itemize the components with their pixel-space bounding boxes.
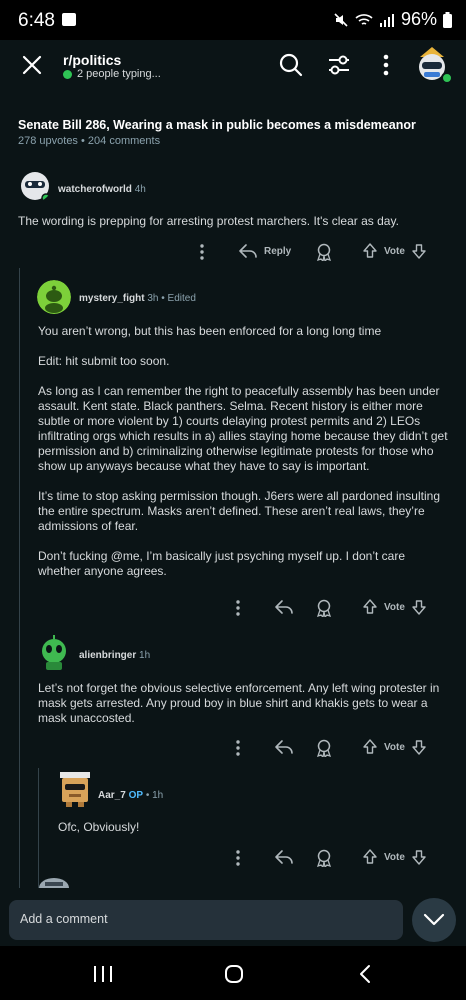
comment-time: 1h bbox=[139, 650, 151, 661]
comment: Aar_7 OP • 1h Ofc, Obviously! Vote bbox=[0, 768, 466, 883]
signal-icon bbox=[379, 13, 394, 27]
avatar[interactable] bbox=[37, 280, 71, 314]
online-dot-icon bbox=[63, 69, 72, 79]
status-indicators: 96% bbox=[333, 9, 452, 30]
more-vertical-icon[interactable] bbox=[196, 243, 208, 261]
next-comment-button[interactable] bbox=[412, 898, 456, 942]
upvote-icon bbox=[363, 739, 377, 754]
more-vertical-icon[interactable] bbox=[232, 599, 244, 617]
comment-author[interactable]: alienbringer 1h bbox=[79, 650, 150, 661]
upvote-icon bbox=[363, 599, 377, 614]
comment-body: The wording is prepping for arresting pr… bbox=[18, 214, 399, 228]
typing-text: 2 people typing... bbox=[77, 68, 161, 80]
post-header: r/politics 2 people typing... bbox=[0, 40, 466, 102]
upvote-icon bbox=[363, 243, 377, 258]
comment-time: 1h bbox=[152, 790, 164, 801]
gallery-icon bbox=[62, 13, 76, 26]
subreddit-name[interactable]: r/politics bbox=[63, 52, 121, 68]
avatar[interactable] bbox=[18, 168, 52, 202]
downvote-icon bbox=[412, 244, 426, 259]
comment-actions: Vote bbox=[0, 599, 466, 621]
meta-separator: • bbox=[81, 135, 88, 147]
comment-author[interactable]: watcherofworld 4h bbox=[58, 184, 146, 195]
close-icon[interactable] bbox=[19, 52, 45, 78]
comment-author[interactable]: mystery_fight 3h • Edited bbox=[79, 293, 196, 304]
comment-body: You aren’t wrong, but this has been enfo… bbox=[38, 324, 448, 578]
vote-control[interactable]: Vote bbox=[362, 849, 427, 865]
wifi-icon bbox=[355, 13, 373, 25]
vote-control[interactable]: Vote bbox=[362, 243, 427, 259]
upvote-icon bbox=[363, 849, 377, 864]
add-comment-input[interactable]: Add a comment bbox=[9, 900, 403, 940]
mute-icon bbox=[334, 12, 348, 27]
vote-control[interactable]: Vote bbox=[362, 739, 427, 755]
downvote-icon bbox=[412, 850, 426, 865]
more-vertical-icon[interactable] bbox=[232, 739, 244, 757]
comment-actions: Vote bbox=[0, 849, 466, 871]
search-icon[interactable] bbox=[278, 52, 304, 78]
reply-arrow-icon[interactable] bbox=[274, 739, 294, 755]
post-meta: 278 upvotes • 204 comments bbox=[18, 135, 160, 147]
comment-body: Ofc, Obviously! bbox=[58, 820, 140, 834]
back-icon[interactable] bbox=[358, 964, 372, 984]
op-badge: OP bbox=[128, 790, 144, 801]
comment: mystery_fight 3h • Edited You aren’t wro… bbox=[0, 280, 466, 625]
comment: watcherofworld 4h The wording is preppin… bbox=[0, 168, 466, 268]
post-title[interactable]: Senate Bill 286, Wearing a mask in publi… bbox=[18, 118, 448, 132]
comment: alienbringer 1h Let’s not forget the obv… bbox=[0, 635, 466, 765]
user-avatar[interactable] bbox=[410, 43, 454, 87]
award-icon[interactable] bbox=[315, 599, 333, 617]
battery-icon bbox=[443, 11, 452, 28]
system-nav-bar bbox=[0, 946, 466, 1000]
filter-icon[interactable] bbox=[326, 52, 352, 78]
avatar[interactable] bbox=[58, 770, 92, 808]
recent-apps-icon[interactable] bbox=[92, 964, 114, 984]
downvote-icon bbox=[412, 600, 426, 615]
award-icon[interactable] bbox=[315, 739, 333, 757]
reply-button[interactable]: Reply bbox=[238, 243, 291, 259]
more-vertical-icon[interactable] bbox=[373, 52, 399, 78]
status-time: 6:48 bbox=[18, 10, 55, 31]
comment-author[interactable]: Aar_7 OP • 1h bbox=[98, 790, 163, 801]
comment-body: Let’s not forget the obvious selective e… bbox=[38, 681, 440, 725]
comment-time: 4h bbox=[134, 184, 146, 195]
battery-percent: 96% bbox=[400, 9, 437, 29]
home-icon[interactable] bbox=[224, 964, 244, 984]
comment-count: 204 comments bbox=[87, 135, 161, 147]
award-icon[interactable] bbox=[315, 243, 333, 261]
typing-indicator: 2 people typing... bbox=[63, 68, 161, 80]
comment-actions: Vote bbox=[0, 739, 466, 761]
status-bar: 6:48 96% bbox=[0, 0, 466, 40]
avatar[interactable] bbox=[37, 635, 71, 671]
award-icon[interactable] bbox=[315, 849, 333, 867]
vote-control[interactable]: Vote bbox=[362, 599, 427, 615]
chevron-down-icon bbox=[423, 913, 445, 926]
comment-time: 3h • Edited bbox=[147, 293, 196, 304]
downvote-icon bbox=[412, 740, 426, 755]
reply-arrow-icon bbox=[239, 244, 257, 258]
comment-bar: Add a comment bbox=[0, 888, 466, 946]
upvote-count: 278 upvotes bbox=[18, 135, 78, 147]
reply-arrow-icon[interactable] bbox=[274, 849, 294, 865]
reply-arrow-icon[interactable] bbox=[274, 599, 294, 615]
comment-actions: Reply Vote bbox=[0, 243, 466, 265]
more-vertical-icon[interactable] bbox=[232, 849, 244, 867]
